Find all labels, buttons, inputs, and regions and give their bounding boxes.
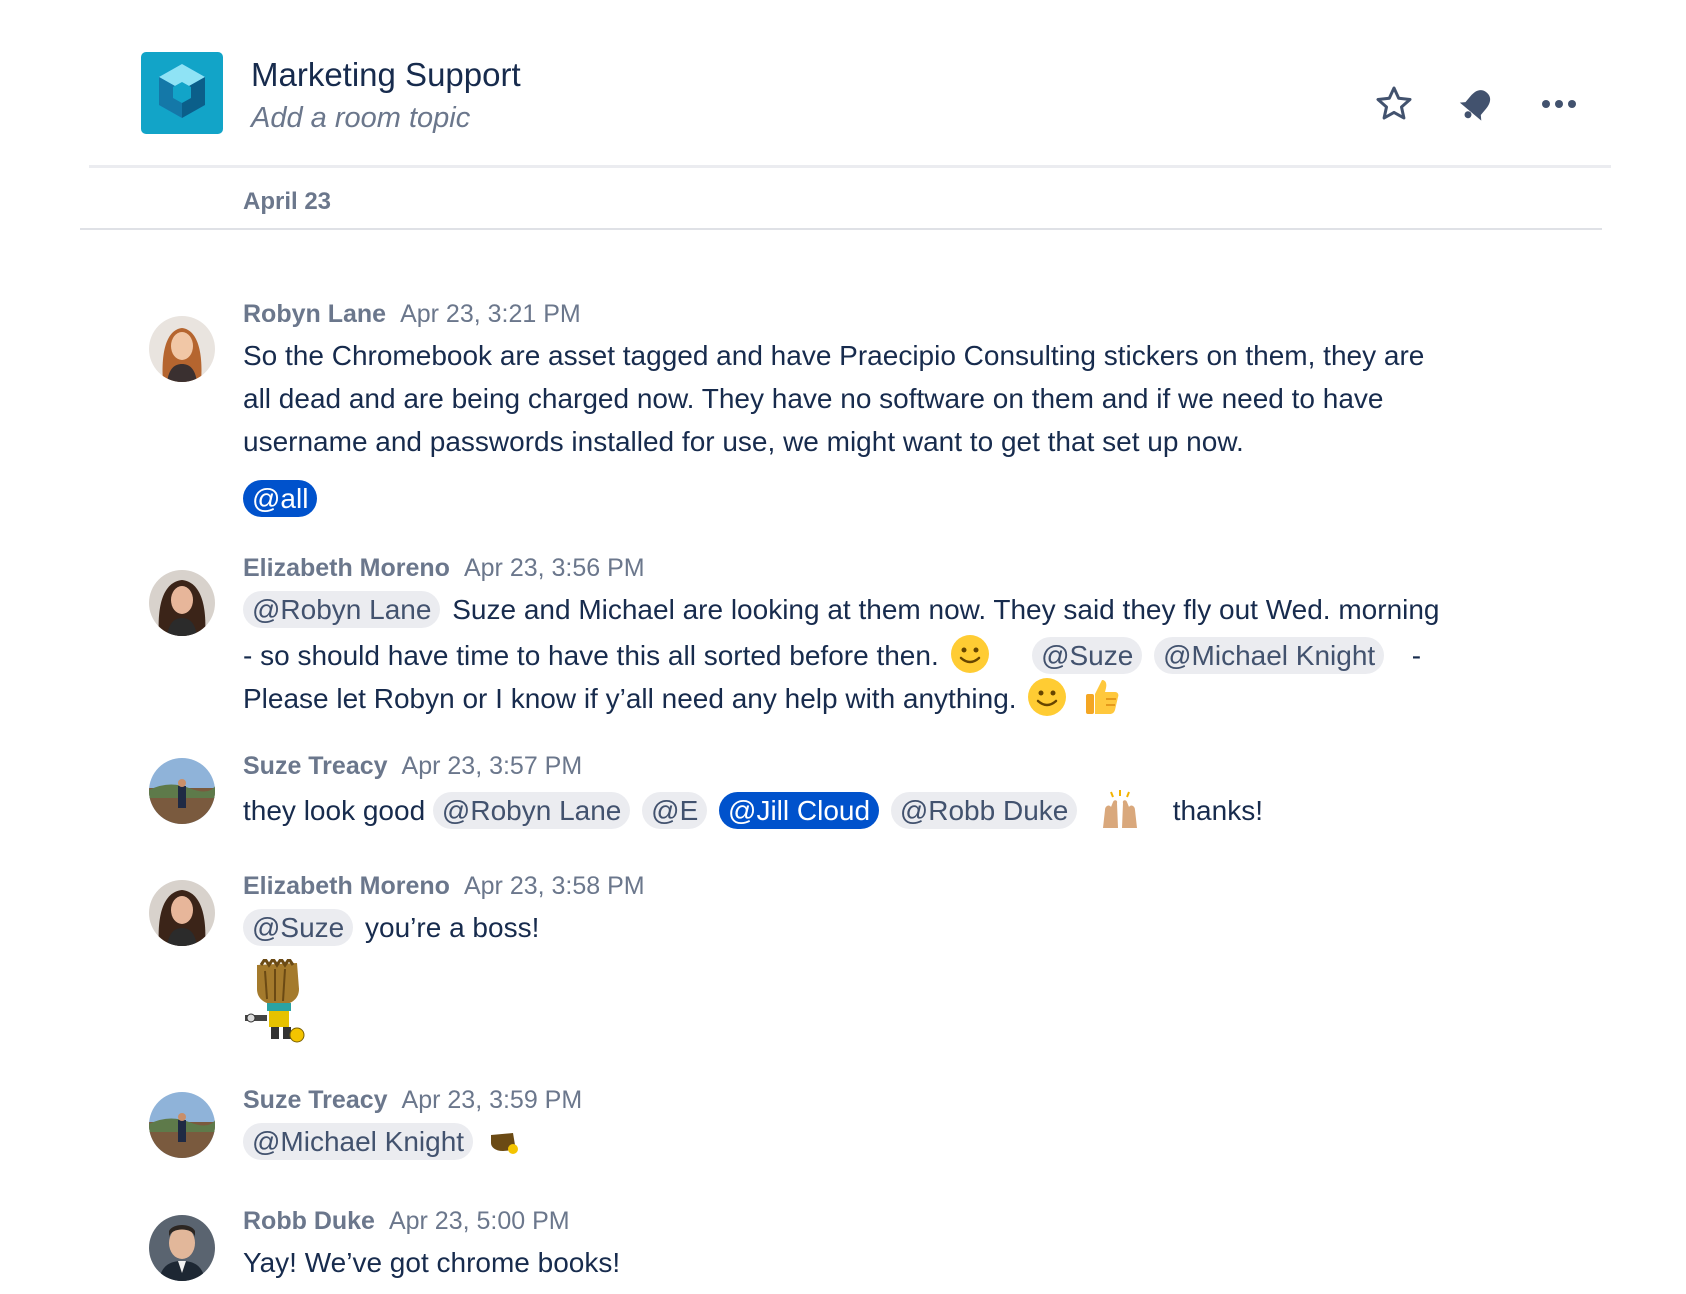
mention-all[interactable]: @all (243, 480, 318, 517)
raised-hands-emoji-icon (1099, 788, 1141, 830)
avatar[interactable] (149, 316, 215, 382)
author-name[interactable]: Robyn Lane (243, 300, 386, 328)
message-text: Suze and Michael are looking at them now… (452, 594, 1440, 625)
avatar[interactable] (149, 1215, 215, 1281)
avatar[interactable] (149, 570, 215, 636)
author-name[interactable]: Suze Treacy (243, 1086, 388, 1114)
date-divider-line (80, 228, 1602, 230)
author-name[interactable]: Elizabeth Moreno (243, 872, 450, 900)
message-body: @Michael Knight (243, 1122, 1533, 1165)
thumbs-up-emoji-icon (1080, 676, 1122, 718)
message-text: username and passwords installed for use… (243, 426, 1244, 457)
header-divider (89, 165, 1611, 168)
message-body: Yay! We’ve got chrome books! (243, 1243, 1533, 1286)
room-topic-input[interactable]: Add a room topic (251, 102, 470, 135)
timestamp: Apr 23, 3:21 PM (400, 300, 581, 328)
mention-robyn-lane[interactable]: @Robyn Lane (243, 591, 441, 628)
timestamp: Apr 23, 3:59 PM (401, 1086, 583, 1114)
message-text: So the Chromebook are asset tagged and h… (243, 340, 1425, 371)
mention-jill-cloud[interactable]: @Jill Cloud (719, 792, 880, 829)
mention-e[interactable]: @E (642, 792, 708, 829)
message-body: So the Chromebook are asset tagged and h… (243, 336, 1533, 522)
more-options-icon[interactable] (1539, 84, 1579, 124)
message-text: - (1411, 640, 1422, 671)
message-body: @Robyn Lane Suze and Michael are looking… (243, 590, 1533, 719)
notification-bell-icon[interactable] (1457, 84, 1497, 124)
timestamp: Apr 23, 3:57 PM (401, 752, 583, 780)
mention-michael-knight[interactable]: @Michael Knight (243, 1123, 474, 1160)
room-header: Marketing Support Add a room topic (0, 0, 1686, 168)
boss-emoticon-icon (487, 1127, 521, 1157)
author-name[interactable]: Robb Duke (243, 1207, 375, 1235)
smile-emoji-icon (949, 633, 991, 675)
message-text: all dead and are being charged now. They… (243, 383, 1384, 414)
avatar[interactable] (149, 758, 215, 824)
message-text: - so should have time to have this all s… (243, 640, 939, 671)
message-meta: Suze Treacy Apr 23, 3:57 PM (243, 752, 582, 781)
message-body: they look good @Robyn Lane @E @Jill Clou… (243, 788, 1533, 831)
message-meta: Robb Duke Apr 23, 5:00 PM (243, 1207, 570, 1236)
mention-suze[interactable]: @Suze (1032, 637, 1143, 674)
message-text: they look good (243, 795, 426, 826)
room-logo-icon (141, 52, 223, 134)
message-meta: Elizabeth Moreno Apr 23, 3:56 PM (243, 554, 645, 583)
mention-robyn-lane[interactable]: @Robyn Lane (432, 792, 631, 829)
date-divider: April 23 (243, 188, 332, 215)
message-meta: Robyn Lane Apr 23, 3:21 PM (243, 300, 581, 329)
message-meta: Elizabeth Moreno Apr 23, 3:58 PM (243, 872, 645, 901)
avatar[interactable] (149, 880, 215, 946)
message-text: Please let Robyn or I know if y’all need… (243, 683, 1017, 714)
timestamp: Apr 23, 5:00 PM (388, 1207, 570, 1235)
author-name[interactable]: Elizabeth Moreno (243, 554, 450, 582)
boss-sticker-icon (243, 959, 313, 1045)
star-icon[interactable] (1374, 84, 1414, 124)
timestamp: Apr 23, 3:56 PM (463, 554, 645, 582)
mention-robb-duke[interactable]: @Robb Duke (890, 792, 1078, 829)
message-meta: Suze Treacy Apr 23, 3:59 PM (243, 1086, 582, 1115)
timestamp: Apr 23, 3:58 PM (463, 872, 645, 900)
smile-emoji-icon (1026, 676, 1068, 718)
message-text: thanks! (1172, 795, 1263, 826)
mention-michael-knight[interactable]: @Michael Knight (1154, 637, 1385, 674)
mention-suze[interactable]: @Suze (243, 909, 354, 946)
message-body: @Suze you’re a boss! (243, 908, 1533, 1045)
avatar[interactable] (149, 1092, 215, 1158)
message-text: you’re a boss! (365, 912, 540, 943)
room-title: Marketing Support (251, 56, 521, 93)
author-name[interactable]: Suze Treacy (243, 752, 388, 780)
message-text: Yay! We’ve got chrome books! (243, 1247, 621, 1278)
